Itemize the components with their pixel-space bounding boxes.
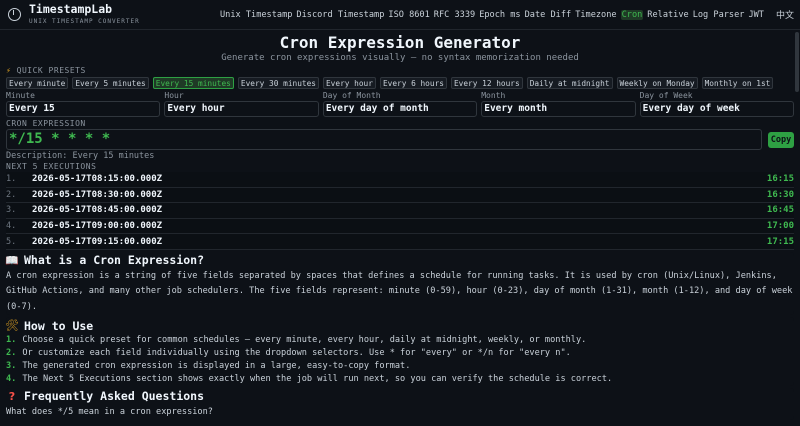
execution-row: 4. 2026-05-17T09:00:00.000Z 17:00 xyxy=(6,218,794,235)
page-title: Cron Expression Generator xyxy=(279,33,521,52)
day-of-month-field: Day of Month Every day of month xyxy=(322,91,478,117)
language-switch[interactable]: 中文 xyxy=(776,8,794,21)
faq-title: Frequently Asked Questions xyxy=(24,389,205,404)
day-of-week-select[interactable]: Every day of week xyxy=(639,101,795,117)
nav-links: Unix Timestamp Discord Timestamp ISO 860… xyxy=(220,9,764,20)
preset-daily-at-midnight[interactable]: Daily at midnight xyxy=(526,77,613,89)
preset-monthly-on-1st[interactable]: Monthly on 1st xyxy=(701,77,774,89)
execution-index: 2. xyxy=(6,189,17,200)
month-label: Month xyxy=(481,91,506,100)
how-to-use-steps: 1. Choose a quick preset for common sched… xyxy=(6,334,794,385)
scrollbar-thumb[interactable] xyxy=(795,32,799,92)
nav-epoch-ms[interactable]: Epoch ms xyxy=(479,10,520,20)
minute-label: Minute xyxy=(6,91,35,100)
cron-expression-label: CRON EXPRESSION xyxy=(6,119,86,128)
nav-discord-timestamp[interactable]: Discord Timestamp xyxy=(296,10,384,20)
what-is-cron-card: 📖 What is a Cron Expression? A cron expr… xyxy=(5,251,794,316)
preset-list: Every minute Every 5 minutes Every 15 mi… xyxy=(0,76,800,89)
preset-every-15-minutes[interactable]: Every 15 minutes xyxy=(152,77,234,89)
preset-every-30-minutes[interactable]: Every 30 minutes xyxy=(237,77,319,89)
page-subtitle: Generate cron expressions visually — no … xyxy=(221,53,579,63)
execution-local-time: 17:15 xyxy=(766,236,794,247)
quick-presets-label-text: QUICK PRESETS xyxy=(16,66,86,75)
nav-timezone[interactable]: Timezone xyxy=(575,10,616,20)
execution-index: 3. xyxy=(6,205,17,216)
execution-row: 3. 2026-05-17T08:45:00.000Z 16:45 xyxy=(6,203,794,219)
what-is-cron-title: What is a Cron Expression? xyxy=(24,253,205,268)
cron-description: Description: Every 15 minutes xyxy=(6,151,155,161)
next-executions-label: NEXT 5 EXECUTIONS xyxy=(6,162,97,171)
cron-field-selectors: Minute Every 15 Hour Every hour Day of M… xyxy=(0,91,800,117)
list-item: 2. Or customize each field individually u… xyxy=(6,348,571,359)
quick-presets-label: ⚡ QUICK PRESETS xyxy=(0,66,800,76)
minute-select[interactable]: Every 15 xyxy=(6,101,161,117)
copy-button[interactable]: Copy xyxy=(768,131,794,148)
preset-every-minute[interactable]: Every minute xyxy=(6,77,69,89)
minute-field: Minute Every 15 xyxy=(6,91,161,117)
faq-card: ? Frequently Asked Questions What does *… xyxy=(6,387,794,421)
day-of-week-label: Day of Week xyxy=(639,91,693,100)
execution-local-time: 16:15 xyxy=(766,174,794,185)
clock-icon xyxy=(8,8,21,21)
nav-iso-8601[interactable]: ISO 8601 xyxy=(388,10,429,20)
list-item: 1. Choose a quick preset for common sched… xyxy=(6,335,587,346)
cron-expression-row: */15 * * * * Copy xyxy=(0,129,800,150)
nav-rfc-3339[interactable]: RFC 3339 xyxy=(434,10,475,20)
day-of-month-label: Day of Month xyxy=(322,91,381,100)
brand-subtitle: UNIX TIMESTAMP CONVERTER xyxy=(29,17,140,25)
execution-local-time: 16:30 xyxy=(766,189,794,200)
execution-row: 1. 2026-05-17T08:15:00.000Z 16:15 xyxy=(6,172,794,188)
hour-field: Hour Every hour xyxy=(164,91,319,117)
nav-relative[interactable]: Relative xyxy=(647,10,688,20)
hour-label: Hour xyxy=(164,91,184,100)
faq-header: ? Frequently Asked Questions xyxy=(6,388,794,405)
execution-index: 1. xyxy=(6,174,17,185)
question-icon: ? xyxy=(8,389,16,403)
month-field: Month Every month xyxy=(481,91,636,117)
nav-date-diff[interactable]: Date Diff xyxy=(525,10,572,20)
brand-name: TimestampLab xyxy=(29,2,113,17)
execution-timestamp: 2026-05-17T08:45:00.000Z xyxy=(32,205,163,216)
nav-jwt[interactable]: JWT xyxy=(748,10,764,20)
what-is-cron-body: A cron expression is a string of five fi… xyxy=(6,270,793,312)
preset-weekly-on-monday[interactable]: Weekly on Monday xyxy=(616,77,698,89)
what-is-cron-header: 📖 What is a Cron Expression? xyxy=(5,252,794,269)
execution-index: 5. xyxy=(6,236,17,247)
execution-row: 5. 2026-05-17T09:15:00.000Z 17:15 xyxy=(6,234,794,250)
preset-every-6-hours[interactable]: Every 6 hours xyxy=(379,77,447,89)
nav-log-parser[interactable]: Log Parser xyxy=(693,10,745,20)
top-navigation-bar: TimestampLab UNIX TIMESTAMP CONVERTER Un… xyxy=(0,0,800,30)
book-icon: 📖 xyxy=(5,253,19,267)
cron-expression-output[interactable]: */15 * * * * xyxy=(6,129,762,150)
hour-select[interactable]: Every hour xyxy=(164,101,319,117)
execution-local-time: 17:00 xyxy=(766,221,794,232)
how-to-use-header: 🛠 How to Use xyxy=(5,317,794,334)
execution-timestamp: 2026-05-17T08:30:00.000Z xyxy=(32,189,163,200)
day-of-week-field: Day of Week Every day of week xyxy=(639,91,795,117)
day-of-month-select[interactable]: Every day of month xyxy=(322,101,478,117)
preset-every-hour[interactable]: Every hour xyxy=(322,77,376,89)
execution-row: 2. 2026-05-17T08:30:00.000Z 16:30 xyxy=(6,187,794,204)
how-to-use-card: 🛠 How to Use 1. Choose a quick preset for… xyxy=(5,317,794,386)
faq-question[interactable]: What does */5 mean in a cron expression? xyxy=(6,405,794,421)
execution-timestamp: 2026-05-17T09:00:00.000Z xyxy=(32,221,163,232)
how-to-use-title: How to Use xyxy=(24,318,94,333)
nav-unix-timestamp[interactable]: Unix Timestamp xyxy=(220,10,292,20)
month-select[interactable]: Every month xyxy=(481,101,636,117)
preset-every-12-hours[interactable]: Every 12 hours xyxy=(450,77,523,89)
lightning-icon: ⚡ xyxy=(6,66,12,75)
tools-icon: 🛠 xyxy=(5,319,19,333)
execution-timestamp: 2026-05-17T08:15:00.000Z xyxy=(32,174,163,185)
preset-every-5-minutes[interactable]: Every 5 minutes xyxy=(72,77,149,89)
brand[interactable]: TimestampLab UNIX TIMESTAMP CONVERTER xyxy=(6,4,140,25)
nav-cron[interactable]: Cron xyxy=(620,9,644,20)
execution-timestamp: 2026-05-17T09:15:00.000Z xyxy=(32,236,163,247)
execution-index: 4. xyxy=(6,221,17,232)
list-item: 3. The generated cron expression is displ… xyxy=(6,361,411,372)
execution-local-time: 16:45 xyxy=(766,205,794,216)
list-item: 4. The Next 5 Executions section shows ex… xyxy=(6,373,613,384)
next-executions-list: 1. 2026-05-17T08:15:00.000Z 16:15 2. 202… xyxy=(0,172,800,250)
brand-text: TimestampLab UNIX TIMESTAMP CONVERTER xyxy=(29,4,140,25)
